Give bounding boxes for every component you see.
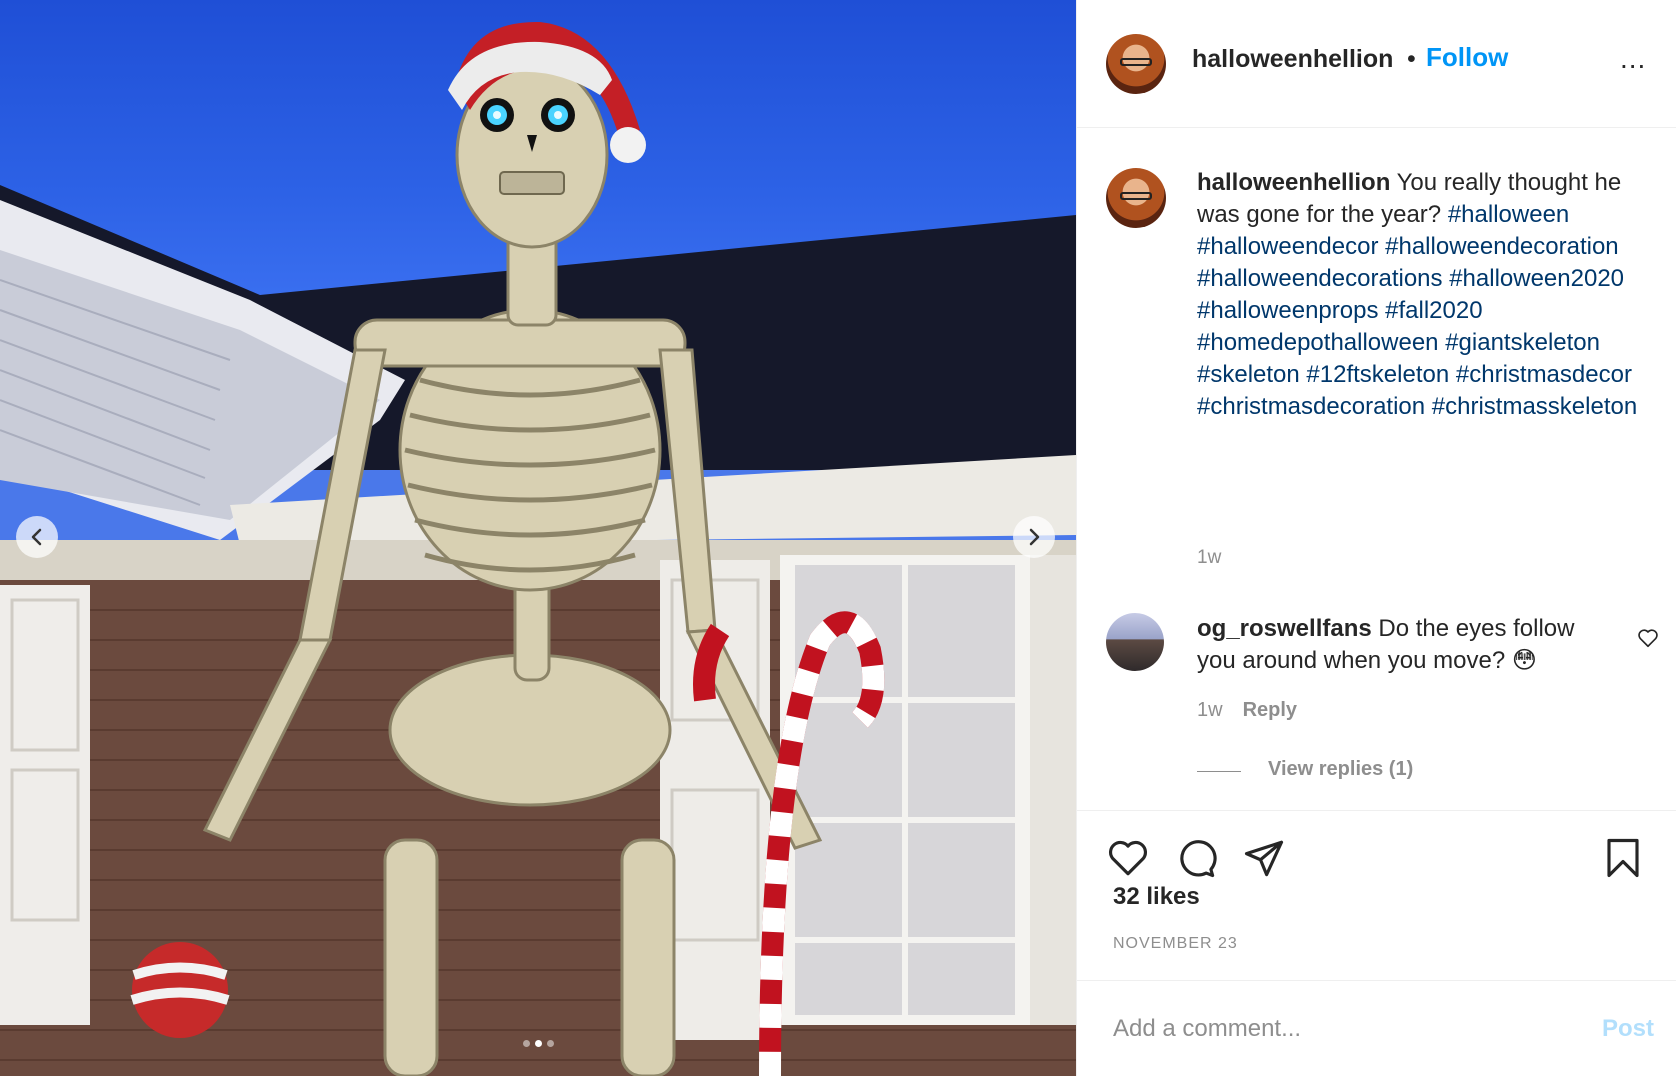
post-details-panel: halloweenhellion • Follow ... halloweenh… bbox=[1076, 0, 1676, 1076]
chevron-left-icon bbox=[31, 528, 42, 546]
share-icon[interactable] bbox=[1243, 837, 1285, 879]
comment-icon[interactable] bbox=[1175, 837, 1217, 879]
like-comment-icon[interactable] bbox=[1637, 627, 1659, 649]
next-slide-button[interactable] bbox=[1013, 516, 1055, 558]
glasses-shape bbox=[1120, 58, 1152, 66]
comment-meta: 1w Reply bbox=[1197, 699, 1297, 722]
hashtag-link[interactable]: #fall2020 bbox=[1385, 297, 1482, 324]
follow-button[interactable]: Follow bbox=[1426, 42, 1508, 73]
hashtag-link[interactable]: #homedepothalloween bbox=[1197, 329, 1439, 356]
hashtag-link[interactable]: #christmasskeleton bbox=[1432, 393, 1637, 420]
hashtag-link[interactable]: #christmasdecoration bbox=[1197, 393, 1425, 420]
hashtag-link[interactable]: #skeleton bbox=[1197, 361, 1300, 388]
post-actions: 32 likes NOVEMBER 23 bbox=[1077, 810, 1676, 980]
post-photo[interactable] bbox=[0, 0, 1076, 1076]
hashtag-link[interactable]: #christmasdecor bbox=[1456, 361, 1632, 388]
carousel-dot bbox=[522, 1040, 530, 1047]
heart-icon[interactable] bbox=[1107, 837, 1149, 879]
comment-timestamp[interactable]: 1w bbox=[1197, 699, 1223, 721]
chevron-right-icon bbox=[1029, 528, 1040, 546]
skeleton-photo bbox=[0, 21, 1076, 1076]
hashtag-link[interactable]: #12ftskeleton bbox=[1306, 361, 1449, 388]
caption-text: halloweenhellion You really thought he w… bbox=[1197, 167, 1657, 423]
post-header: halloweenhellion • Follow ... bbox=[1077, 0, 1676, 128]
more-options-button[interactable]: ... bbox=[1620, 45, 1646, 73]
bookmark-icon[interactable] bbox=[1602, 837, 1644, 879]
header-separator: • bbox=[1407, 45, 1416, 73]
caption-timestamp[interactable]: 1w bbox=[1197, 547, 1221, 569]
hashtag-link[interactable]: #halloweendecorations bbox=[1197, 265, 1443, 292]
author-avatar[interactable] bbox=[1106, 34, 1166, 94]
caption-avatar[interactable] bbox=[1106, 168, 1166, 228]
post-comment-button[interactable]: Post bbox=[1602, 1015, 1654, 1043]
post-date[interactable]: NOVEMBER 23 bbox=[1113, 935, 1238, 953]
glasses-shape bbox=[1120, 192, 1152, 200]
hashtag-link[interactable]: #halloweendecor bbox=[1197, 233, 1378, 260]
replies-divider bbox=[1197, 771, 1241, 772]
hashtag-link[interactable]: #halloween bbox=[1448, 201, 1569, 228]
hashtag-link[interactable]: #giantskeleton bbox=[1445, 329, 1600, 356]
reply-button[interactable]: Reply bbox=[1243, 699, 1297, 721]
hashtag-link[interactable]: #halloween2020 bbox=[1449, 265, 1624, 292]
view-replies-button[interactable]: View replies (1) bbox=[1268, 758, 1413, 781]
author-username[interactable]: halloweenhellion bbox=[1192, 45, 1393, 74]
caption-hashtags: #halloween #halloweendecor #halloweendec… bbox=[1197, 201, 1637, 420]
instagram-post-modal: halloweenhellion • Follow ... halloweenh… bbox=[0, 0, 1676, 1076]
commenter-avatar[interactable] bbox=[1106, 613, 1164, 671]
carousel-dot bbox=[546, 1040, 554, 1047]
likes-count[interactable]: 32 likes bbox=[1113, 883, 1200, 911]
comment-text: og_roswellfans Do the eyes follow you ar… bbox=[1197, 613, 1617, 677]
carousel-indicator bbox=[0, 1040, 1076, 1047]
hashtag-link[interactable]: #halloweenprops bbox=[1197, 297, 1378, 324]
caption-username[interactable]: halloweenhellion bbox=[1197, 169, 1390, 196]
carousel-dot-active bbox=[534, 1040, 542, 1047]
previous-slide-button[interactable] bbox=[16, 516, 58, 558]
hashtag-link[interactable]: #halloweendecoration bbox=[1385, 233, 1619, 260]
add-comment-bar: Post bbox=[1077, 980, 1676, 1076]
commenter-username[interactable]: og_roswellfans bbox=[1197, 615, 1372, 642]
post-caption-section: halloweenhellion You really thought he w… bbox=[1077, 129, 1676, 809]
comment-input[interactable] bbox=[1113, 1011, 1553, 1047]
